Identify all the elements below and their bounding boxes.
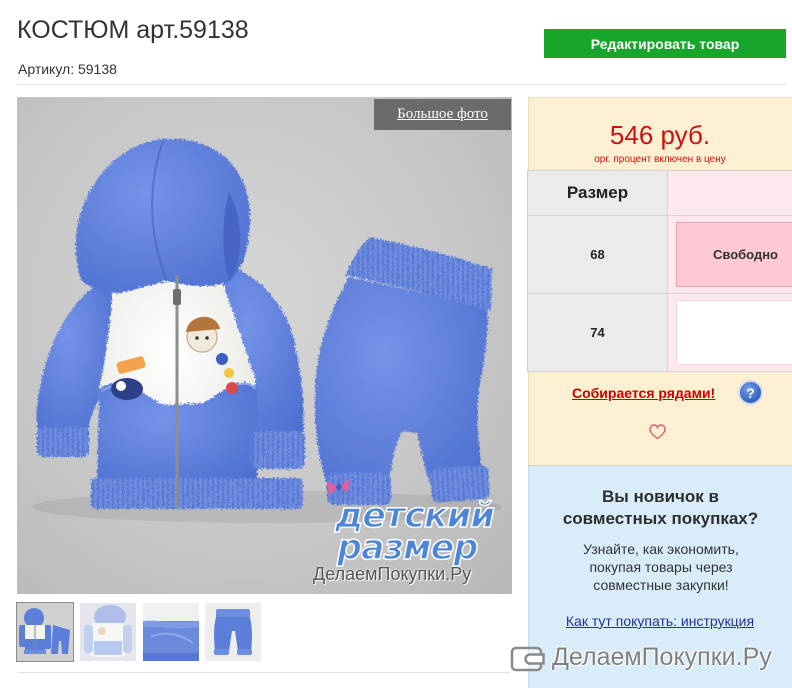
newbie-link-row: Как тут покупать: инструкция (529, 612, 791, 631)
newbie-text: Узнайте, как экономить, покупая товары ч… (583, 541, 739, 593)
sizes-table: Размер 68 Свободно 74 (527, 170, 792, 372)
size-status-cell: Свободно (668, 216, 792, 293)
thumbnail-suit-full[interactable] (16, 602, 74, 662)
how-to-buy-link[interactable]: Как тут покупать: инструкция (566, 613, 754, 629)
collected-by-rows-link[interactable]: Собирается рядами! (572, 385, 715, 401)
pants-thumbnail-icon (205, 603, 261, 661)
price-note: орг. процент включен в цену (594, 154, 726, 165)
thumbnail-jacket-detail[interactable] (80, 603, 136, 661)
jacket-left-cuff (37, 427, 89, 457)
bear-eye (195, 336, 199, 340)
question-circle-icon[interactable]: ? (738, 380, 763, 405)
fabric-closeup-thumbnail-icon (143, 603, 199, 661)
site-watermark: ДелаемПокупки.Ру (552, 643, 772, 671)
applique-letter (226, 382, 238, 394)
price-value: 546 руб. (609, 120, 711, 150)
size-value: 74 (527, 294, 668, 371)
pants-bow-knot (336, 484, 342, 490)
big-photo-button[interactable]: Большое фото (374, 99, 511, 130)
applique-bear-left (111, 378, 143, 400)
applique-letter (216, 353, 228, 365)
sizes-header: Размер (527, 171, 668, 215)
newbie-heading: Вы новичок в совместных покупках? (562, 487, 759, 528)
main-product-photo[interactable]: детский размер ДелаемПокупки.Ру Большое … (17, 97, 512, 594)
suit-full-thumbnail-icon (17, 603, 73, 661)
applique-letter (224, 368, 234, 378)
header-divider (17, 84, 787, 85)
pants (314, 237, 492, 505)
size-row: 68 Свободно (527, 216, 792, 294)
size-status-available[interactable]: Свободно (676, 222, 792, 287)
pants-body (314, 277, 488, 497)
brand-watermark-line2: размер (336, 528, 479, 568)
site-watermark-in-photo: ДелаемПокупки.Ру (313, 564, 472, 584)
zipper-pull (173, 289, 181, 305)
thumbnail-pants[interactable] (205, 603, 261, 661)
size-status-cell (668, 294, 792, 371)
wallet-icon (510, 646, 545, 672)
bear-eye (205, 336, 209, 340)
help-glyph: ? (746, 384, 755, 401)
jacket-right-cuff (251, 431, 305, 469)
applique-bear-face (116, 381, 126, 391)
gallery-divider (17, 672, 510, 673)
page-title: КОСТЮМ арт.59138 (17, 16, 249, 44)
heart-outline-icon[interactable] (649, 424, 666, 440)
edit-product-button[interactable]: Редактировать товар (544, 29, 786, 58)
sizes-header-status-cell (668, 171, 792, 215)
size-status-empty[interactable] (676, 300, 792, 365)
jacket-detail-thumbnail-icon (80, 603, 136, 661)
size-value: 68 (527, 216, 668, 293)
thumbnail-fabric-closeup[interactable] (143, 603, 199, 661)
jacket (36, 138, 305, 509)
size-row: 74 (527, 294, 792, 372)
jacket-hem (91, 478, 303, 509)
sizes-header-row: Размер (527, 171, 792, 216)
article-number: Артикул: 59138 (18, 61, 117, 77)
